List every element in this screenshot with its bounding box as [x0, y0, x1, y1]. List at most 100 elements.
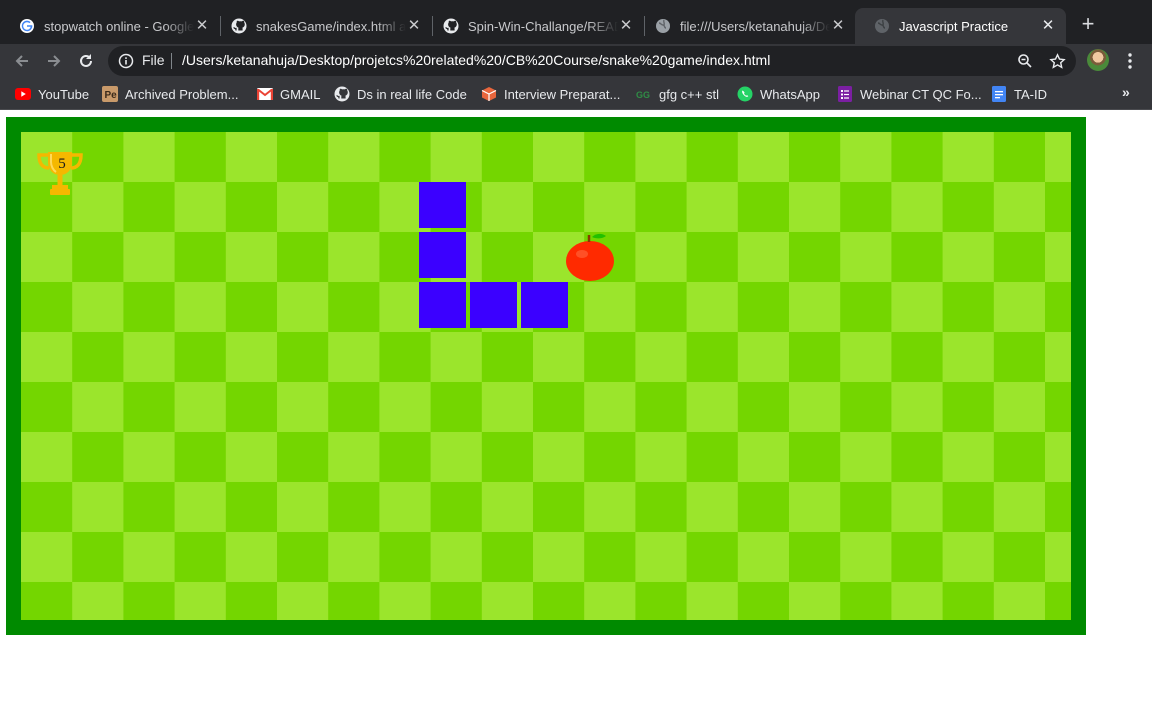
bookmark-webinar[interactable]: Webinar CT QC Fo... [837, 85, 982, 103]
close-icon[interactable]: ✕ [830, 18, 846, 34]
board-tile [789, 482, 841, 533]
tab-stopwatch[interactable]: stopwatch online - Google Search ✕ [0, 8, 220, 44]
board-tile [840, 282, 892, 333]
bookmark-interview-prep[interactable]: Interview Preparat... [481, 85, 620, 103]
board-tile [481, 232, 534, 283]
board-tile [686, 382, 739, 433]
board-tile [123, 582, 176, 620]
tab-title: Spin-Win-Challange/README.md [468, 18, 618, 34]
board-tile [174, 282, 227, 333]
back-button[interactable] [9, 48, 35, 74]
board-tile [123, 382, 176, 433]
url-text[interactable]: /Users/ketanahuja/Desktop/projetcs%20rel… [182, 52, 770, 68]
board-tile [942, 432, 995, 483]
game-board[interactable] [21, 132, 1071, 620]
star-icon[interactable] [1048, 52, 1066, 70]
board-tile [174, 332, 227, 383]
tab-snakesgame[interactable]: snakesGame/index.html at master ✕ [212, 8, 432, 44]
bookmark-ta-id[interactable]: TA-ID [991, 85, 1047, 103]
new-tab-button[interactable]: + [1078, 13, 1098, 35]
board-tile [123, 132, 176, 183]
bookmark-label: WhatsApp [760, 86, 820, 102]
bookmark-label: Ds in real life Code [357, 86, 467, 102]
info-icon[interactable] [118, 53, 134, 69]
bookmark-ds-in-real-life[interactable]: Ds in real life Code [334, 85, 467, 103]
board-tile [123, 282, 176, 333]
checkerboard [21, 132, 1071, 620]
profile-avatar[interactable] [1087, 49, 1109, 71]
board-tile [533, 332, 585, 383]
board-tile [942, 382, 995, 433]
board-tile [481, 582, 534, 620]
bookmark-gfg-stl[interactable]: GG gfg c++ stl [636, 85, 719, 103]
board-tile [840, 432, 892, 483]
github-icon [334, 86, 350, 102]
board-tile [225, 132, 278, 183]
board-tile [993, 482, 1046, 533]
board-tile [635, 532, 688, 583]
reload-button[interactable] [73, 48, 99, 74]
board-tile [789, 332, 841, 383]
tab-javascript-practice[interactable]: Javascript Practice ✕ [855, 8, 1066, 44]
tab-spin-win[interactable]: Spin-Win-Challange/README.md ✕ [424, 8, 644, 44]
board-tile [993, 582, 1046, 620]
board-tile [993, 332, 1046, 383]
board-tile [21, 232, 73, 283]
forward-button[interactable] [41, 48, 67, 74]
board-tile [993, 182, 1046, 233]
board-tile [481, 382, 534, 433]
board-tile [379, 582, 432, 620]
bookmark-archived-problems[interactable]: Pe Archived Problem... [102, 85, 238, 103]
board-tile [21, 532, 73, 583]
snake-segment [418, 232, 466, 278]
board-tile [481, 432, 534, 483]
board-tile [942, 182, 995, 233]
tab-strip: stopwatch online - Google Search ✕ snake… [0, 0, 1152, 44]
bookmark-whatsapp[interactable]: WhatsApp [737, 85, 820, 103]
board-tile [277, 582, 329, 620]
board-tile [840, 232, 892, 283]
board-tile [584, 532, 636, 583]
tab-title: stopwatch online - Google Search [44, 18, 194, 34]
board-tile [840, 382, 892, 433]
bookmark-youtube[interactable]: YouTube [15, 85, 89, 103]
board-tile [533, 182, 585, 233]
url-scheme: File [142, 52, 165, 68]
board-tile [891, 182, 944, 233]
zoom-icon[interactable] [1016, 52, 1034, 70]
board-tile [481, 182, 534, 233]
board-tile [686, 532, 739, 583]
board-tile [737, 382, 790, 433]
close-icon[interactable]: ✕ [406, 18, 422, 34]
game-board-border [6, 117, 1086, 635]
close-icon[interactable]: ✕ [618, 18, 634, 34]
board-tile [737, 332, 790, 383]
more-bookmarks-chevron-icon[interactable]: » [1122, 84, 1130, 100]
reload-icon [80, 54, 92, 67]
board-tile [123, 182, 176, 233]
board-tile [789, 132, 841, 183]
board-tile [1045, 132, 1071, 183]
board-tile [379, 132, 432, 183]
bookmark-label: YouTube [38, 86, 90, 102]
address-bar[interactable]: File /Users/ketanahuja/Desktop/projetcs%… [108, 46, 1076, 76]
board-tile [1045, 382, 1071, 433]
board-tile [789, 382, 841, 433]
board-tile [379, 332, 432, 383]
board-tile [737, 132, 790, 183]
board-tile [584, 432, 636, 483]
board-tile [942, 282, 995, 333]
close-icon[interactable]: ✕ [1040, 18, 1056, 34]
board-tile [225, 382, 278, 433]
menu-button[interactable] [1120, 48, 1140, 74]
board-tile [993, 132, 1046, 183]
board-tile [379, 382, 432, 433]
snake-segment [418, 182, 466, 228]
board-tile [225, 432, 278, 483]
board-tile [942, 482, 995, 533]
bookmark-gmail[interactable]: GMAIL [257, 85, 320, 103]
tab-file[interactable]: file:///Users/ketanahuja/Desktop ✕ [636, 8, 856, 44]
bookmark-label: Webinar CT QC Fo... [860, 86, 982, 102]
close-icon[interactable]: ✕ [194, 18, 210, 34]
board-tile [21, 332, 73, 383]
